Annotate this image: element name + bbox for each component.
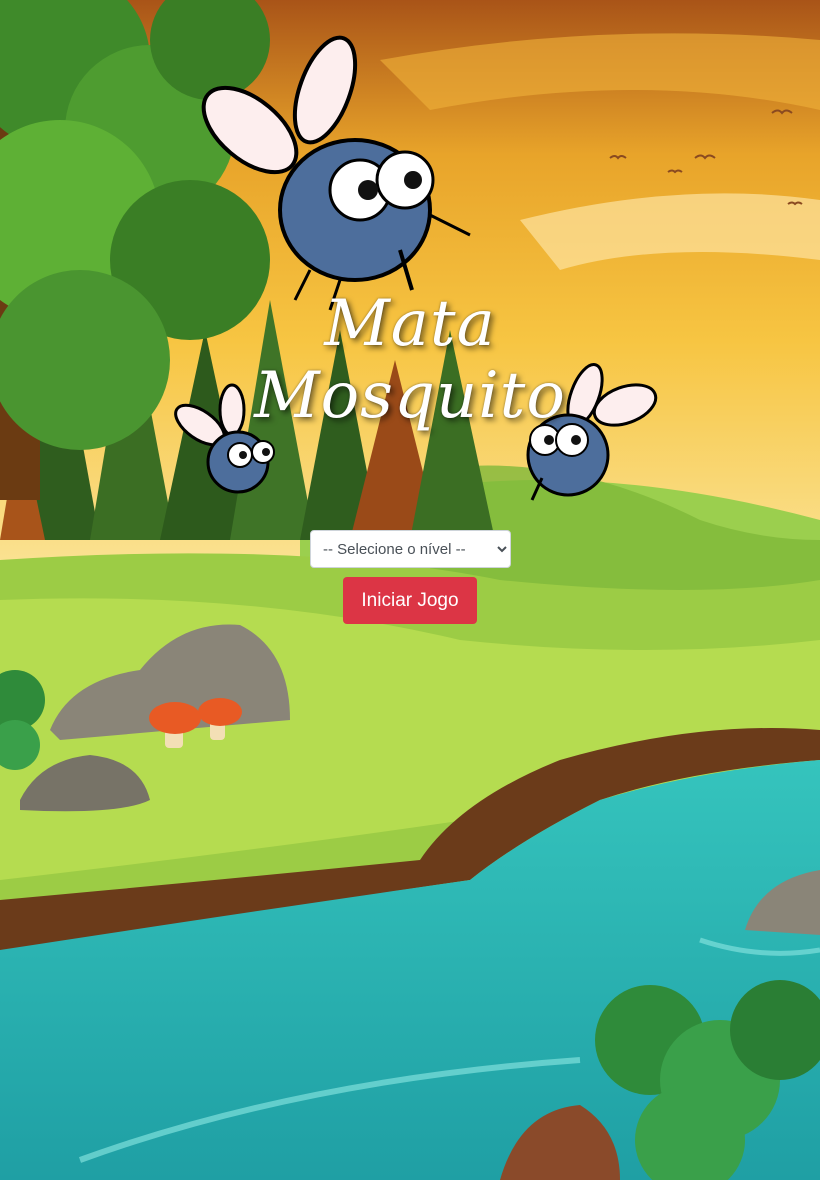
title-line-2: Mosquito <box>254 359 566 433</box>
title-line-1: Mata <box>324 287 496 361</box>
level-select[interactable]: -- Selecione o nível -- <box>310 530 511 568</box>
start-game-button[interactable]: Iniciar Jogo <box>343 577 477 624</box>
game-title: Mata Mosquito <box>0 288 820 432</box>
